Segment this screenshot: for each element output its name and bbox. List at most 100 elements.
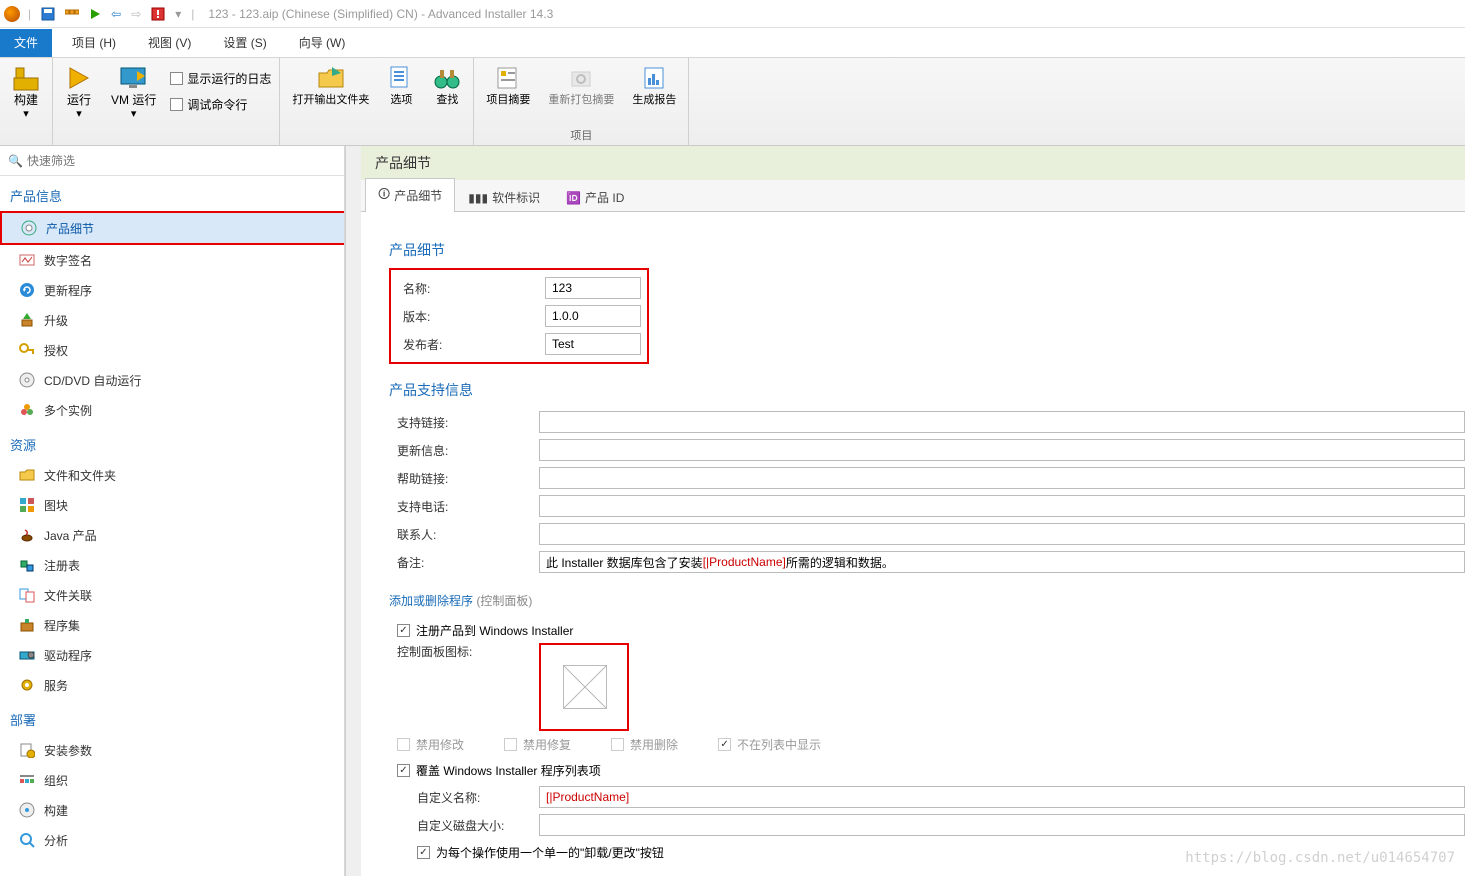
tab-product-id[interactable]: 🆔产品 ID bbox=[553, 182, 637, 212]
search-icon: 🔍 bbox=[8, 154, 23, 168]
input-remark[interactable]: 此 Installer 数据库包含了安装 [|ProductName] 所需的逻… bbox=[539, 551, 1465, 573]
tab-software-id[interactable]: ▮▮▮软件标识 bbox=[455, 182, 553, 212]
nav-autorun[interactable]: CD/DVD 自动运行 bbox=[0, 365, 344, 395]
org-icon bbox=[18, 771, 36, 789]
ribbon-report[interactable]: 生成报告 bbox=[628, 62, 680, 109]
nav-java[interactable]: Java 产品 bbox=[0, 520, 344, 550]
left-panel: 🔍 产品信息 产品细节 数字签名 更新程序 升级 授权 CD/DVD 自动运行 … bbox=[0, 146, 345, 876]
nav-tree: 产品信息 产品细节 数字签名 更新程序 升级 授权 CD/DVD 自动运行 多个… bbox=[0, 176, 344, 876]
params-icon bbox=[18, 741, 36, 759]
chk-not-in-list: 不在列表中显示 bbox=[718, 736, 821, 753]
nav-install-params[interactable]: 安装参数 bbox=[0, 735, 344, 765]
input-help-link[interactable] bbox=[539, 467, 1465, 489]
nav-license[interactable]: 授权 bbox=[0, 335, 344, 365]
report-icon bbox=[640, 64, 668, 92]
details-icon bbox=[20, 219, 38, 237]
tab-strip: 🛈产品细节 ▮▮▮软件标识 🆔产品 ID bbox=[361, 180, 1465, 212]
ribbon-vmrun[interactable]: VM 运行▾ bbox=[107, 62, 160, 123]
ribbon-summary[interactable]: 项目摘要 bbox=[482, 62, 534, 109]
nav-tiles[interactable]: 图块 bbox=[0, 490, 344, 520]
watermark: https://blog.csdn.net/u014654707 bbox=[1185, 850, 1455, 866]
nav-build[interactable]: 构建 bbox=[0, 795, 344, 825]
summary-icon bbox=[494, 64, 522, 92]
lbl-contact: 联系人: bbox=[389, 526, 539, 543]
nav-drivers[interactable]: 驱动程序 bbox=[0, 640, 344, 670]
barcode-icon: ▮▮▮ bbox=[468, 191, 488, 205]
signature-icon bbox=[18, 251, 36, 269]
section-support-info: 产品支持信息 bbox=[389, 380, 1465, 400]
input-custom-name[interactable]: [|ProductName] bbox=[539, 786, 1465, 808]
chk-disable-modify: 禁用修改 bbox=[397, 736, 464, 753]
nav-registry[interactable]: 注册表 bbox=[0, 550, 344, 580]
input-support-link[interactable] bbox=[539, 411, 1465, 433]
input-support-phone[interactable] bbox=[539, 495, 1465, 517]
file-assoc-icon bbox=[18, 586, 36, 604]
ribbon-group-tools: 打开输出文件夹 选项 查找 bbox=[280, 58, 474, 145]
nav-services[interactable]: 服务 bbox=[0, 670, 344, 700]
left-scrollbar[interactable] bbox=[345, 146, 361, 876]
java-icon bbox=[18, 526, 36, 544]
qat-forward-icon[interactable]: ⇨ bbox=[127, 5, 145, 23]
tab-product-details[interactable]: 🛈产品细节 bbox=[365, 178, 455, 212]
ribbon-open-output[interactable]: 打开输出文件夹 bbox=[288, 62, 373, 109]
menu-settings[interactable]: 设置 (S) bbox=[207, 29, 282, 57]
input-contact[interactable] bbox=[539, 523, 1465, 545]
key-icon bbox=[18, 341, 36, 359]
nav-analyze[interactable]: 分析 bbox=[0, 825, 344, 855]
ribbon-group-label: 项目 bbox=[570, 127, 592, 143]
chk-register[interactable]: 注册产品到 Windows Installer bbox=[389, 617, 1465, 643]
nav-upgrade[interactable]: 升级 bbox=[0, 305, 344, 335]
folder-icon bbox=[18, 466, 36, 484]
ribbon-group-build: 构建▾ bbox=[0, 58, 53, 145]
input-custom-disk[interactable] bbox=[539, 814, 1465, 836]
upgrade-icon bbox=[18, 311, 36, 329]
ribbon-build[interactable]: 构建▾ bbox=[8, 62, 44, 123]
lbl-help-link: 帮助链接: bbox=[389, 470, 539, 487]
nav-organize[interactable]: 组织 bbox=[0, 765, 344, 795]
ribbon-show-log[interactable]: 显示运行的日志 bbox=[170, 68, 271, 88]
qat-shield-icon[interactable] bbox=[147, 5, 169, 23]
qat-back-icon[interactable]: ⇦ bbox=[107, 5, 125, 23]
build-icon bbox=[12, 64, 40, 92]
window-title: 123 - 123.aip (Chinese (Simplified) CN) … bbox=[208, 7, 553, 21]
ribbon-reopen[interactable]: 重新打包摘要 bbox=[544, 62, 618, 109]
menu-wizard[interactable]: 向导 (W) bbox=[283, 29, 362, 57]
nav-digital-signature[interactable]: 数字签名 bbox=[0, 245, 344, 275]
nav-updater[interactable]: 更新程序 bbox=[0, 275, 344, 305]
chk-override[interactable]: 覆盖 Windows Installer 程序列表项 bbox=[389, 757, 1465, 783]
cp-icon-placeholder[interactable] bbox=[563, 665, 607, 709]
qat-save-icon[interactable] bbox=[37, 5, 59, 23]
lbl-version: 版本: bbox=[395, 308, 545, 325]
nav-assemblies[interactable]: 程序集 bbox=[0, 610, 344, 640]
instances-icon bbox=[18, 401, 36, 419]
drivers-icon bbox=[18, 646, 36, 664]
details-tab-icon: 🛈 bbox=[378, 185, 390, 206]
input-version[interactable] bbox=[545, 305, 641, 327]
qat-layout-icon[interactable] bbox=[61, 5, 83, 23]
nav-file-assoc[interactable]: 文件关联 bbox=[0, 580, 344, 610]
app-icon bbox=[4, 6, 20, 22]
ribbon-run[interactable]: 运行▾ bbox=[61, 62, 97, 123]
input-publisher[interactable] bbox=[545, 333, 641, 355]
nav-instances[interactable]: 多个实例 bbox=[0, 395, 344, 425]
build-nav-icon bbox=[18, 801, 36, 819]
menu-view[interactable]: 视图 (V) bbox=[132, 29, 207, 57]
search-bar[interactable]: 🔍 bbox=[0, 146, 344, 176]
input-name[interactable] bbox=[545, 277, 641, 299]
ribbon-options[interactable]: 选项 bbox=[383, 62, 419, 109]
input-update-info[interactable] bbox=[539, 439, 1465, 461]
ribbon-group-run: 运行▾ VM 运行▾ 显示运行的日志 调试命令行 bbox=[53, 58, 280, 145]
lbl-support-phone: 支持电话: bbox=[389, 498, 539, 515]
search-input[interactable] bbox=[27, 154, 336, 168]
menu-project[interactable]: 项目 (H) bbox=[56, 29, 132, 57]
file-menu[interactable]: 文件 bbox=[0, 29, 52, 57]
chk-disable-repair: 禁用修复 bbox=[504, 736, 571, 753]
menu-bar: 文件 项目 (H) 视图 (V) 设置 (S) 向导 (W) bbox=[0, 28, 1465, 58]
quick-access-toolbar: | ⇦ ⇨ ▾ | bbox=[24, 5, 198, 23]
ribbon-debug-cmd[interactable]: 调试命令行 bbox=[170, 94, 271, 114]
nav-product-details[interactable]: 产品细节 bbox=[2, 213, 344, 243]
nav-files[interactable]: 文件和文件夹 bbox=[0, 460, 344, 490]
ribbon-find[interactable]: 查找 bbox=[429, 62, 465, 109]
qat-run-icon[interactable] bbox=[85, 6, 105, 22]
lbl-remark: 备注: bbox=[389, 554, 539, 571]
